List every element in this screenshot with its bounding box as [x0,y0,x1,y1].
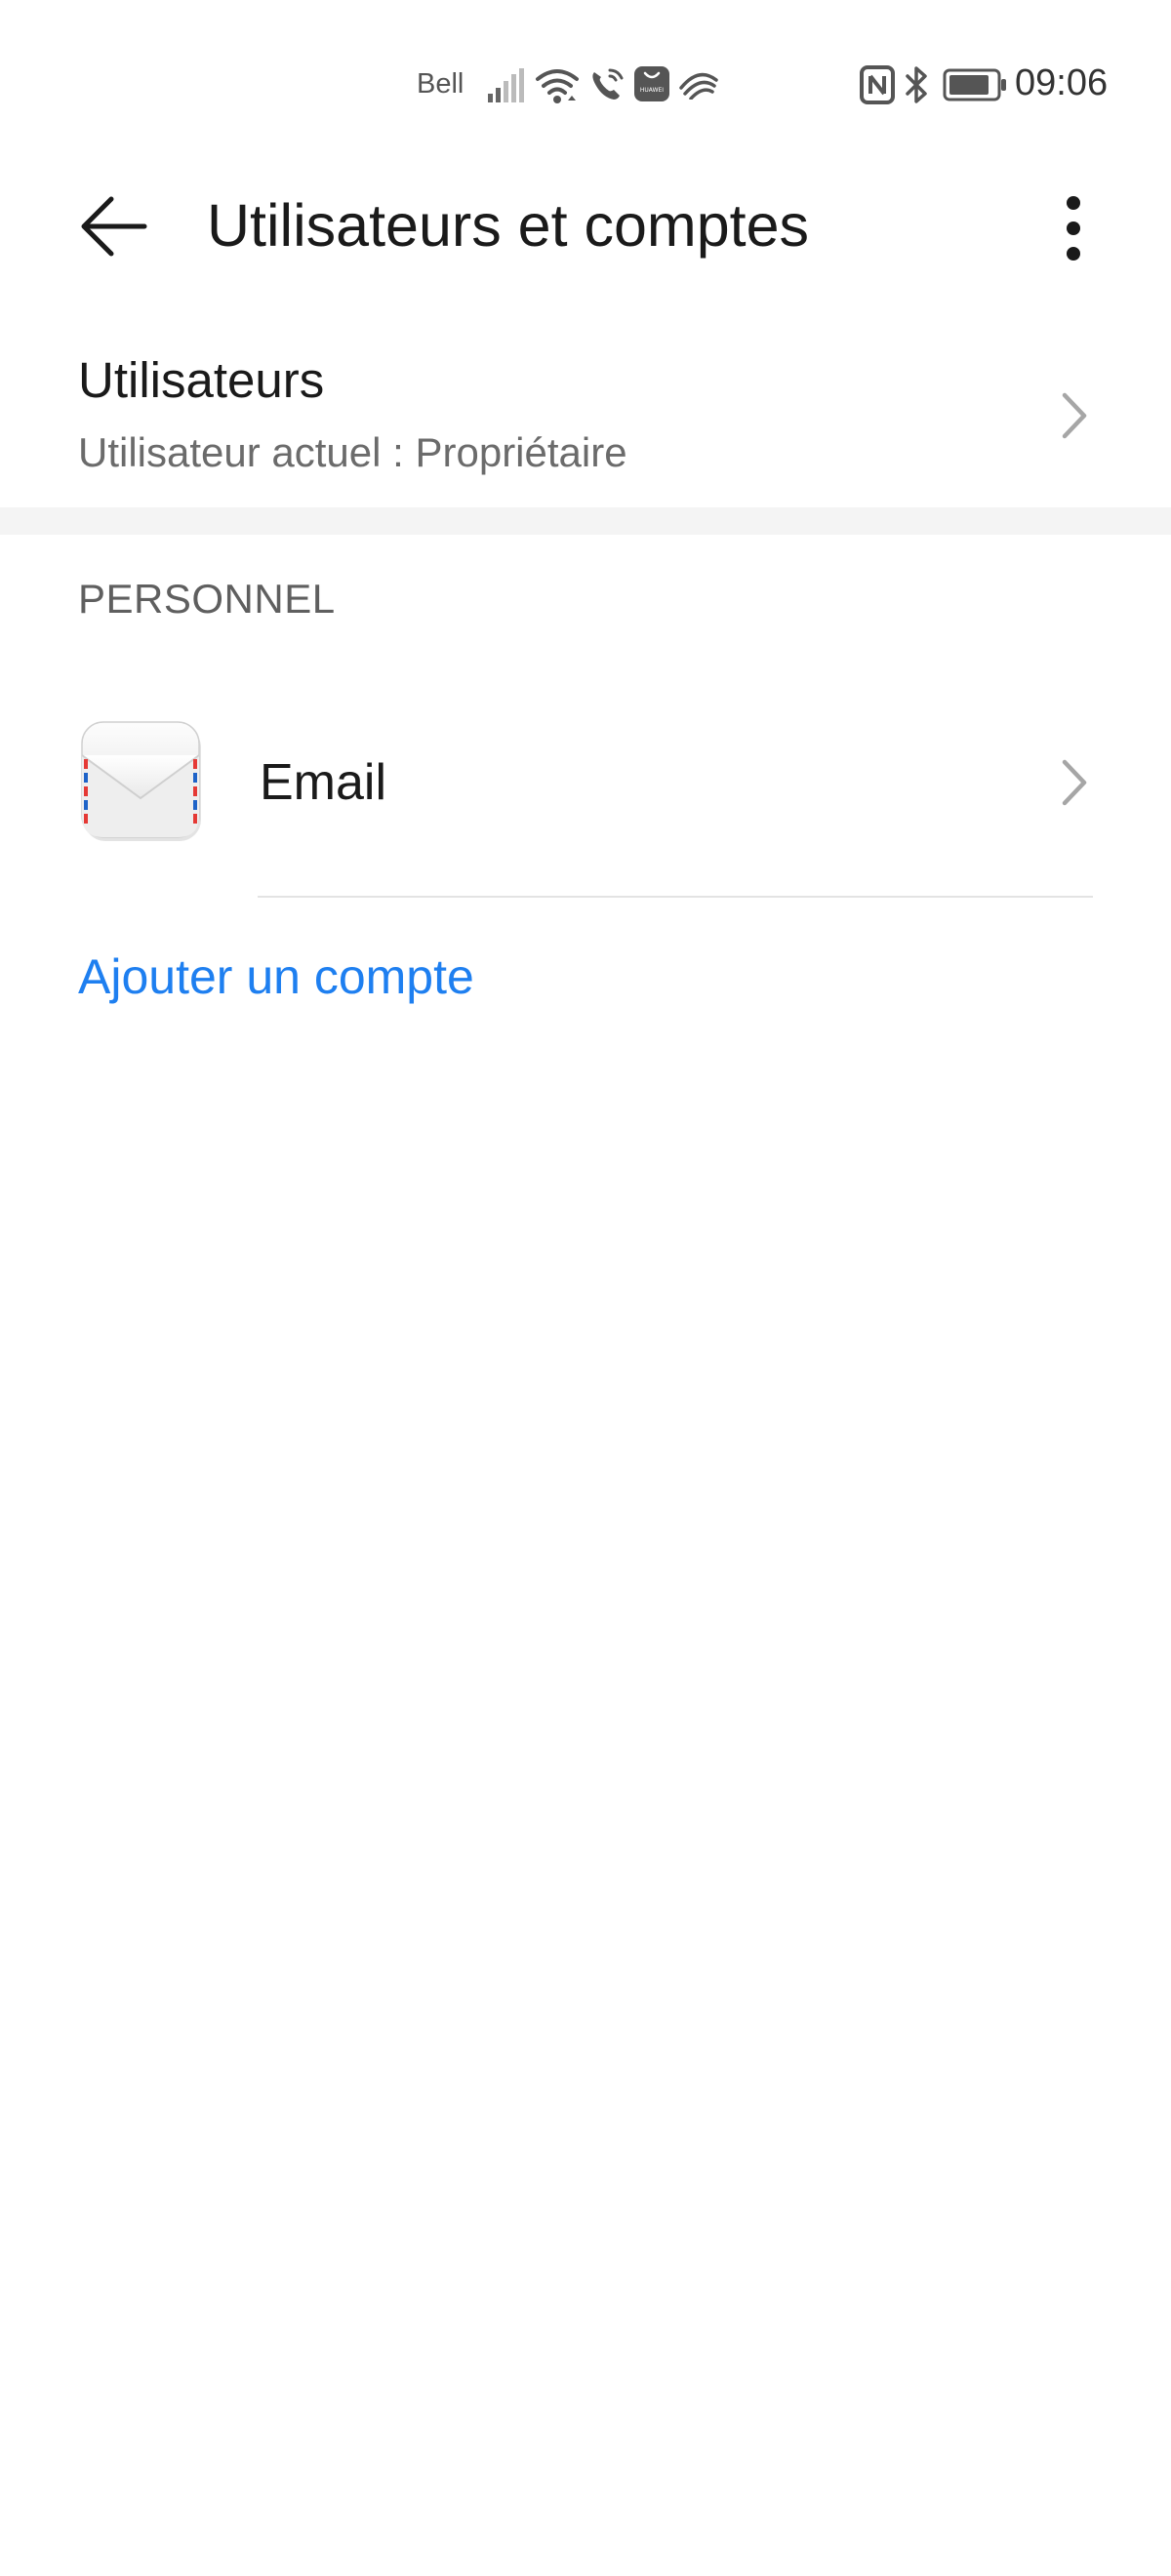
add-account-link[interactable]: Ajouter un compte [78,948,474,1005]
huawei-appgallery-icon: HUAWEI [634,66,669,101]
clock: 09:06 [1015,62,1109,103]
account-item-email[interactable]: Email [0,703,1171,898]
wifi-calling-icon [592,68,624,100]
back-arrow-icon [81,196,147,257]
chevron-right-icon [1062,392,1087,439]
swiftkey-icon [679,72,718,100]
users-row[interactable]: Utilisateurs Utilisateur actuel : Propri… [0,322,1171,507]
status-bar: Bell HUAWEI 09:06 [0,0,1171,172]
section-divider [0,507,1171,535]
signal-icon [488,68,524,102]
appgallery-text: HUAWEI [640,87,664,94]
nfc-icon [860,65,895,104]
more-options-button[interactable] [1046,189,1101,267]
bluetooth-icon [906,66,927,103]
page-title: Utilisateurs et comptes [207,192,809,259]
battery-icon [943,68,1006,101]
carrier-label: Bell [417,68,464,100]
section-header-personal: PERSONNEL [78,576,336,622]
users-current-user: Utilisateur actuel : Propriétaire [78,429,627,475]
back-button[interactable] [74,185,156,267]
account-label-email: Email [260,754,387,811]
chevron-right-icon [1062,759,1087,806]
users-title: Utilisateurs [78,352,325,408]
more-vertical-icon [1067,196,1080,261]
wifi-icon [536,69,579,103]
email-envelope-icon [81,721,201,841]
list-divider [258,896,1093,898]
